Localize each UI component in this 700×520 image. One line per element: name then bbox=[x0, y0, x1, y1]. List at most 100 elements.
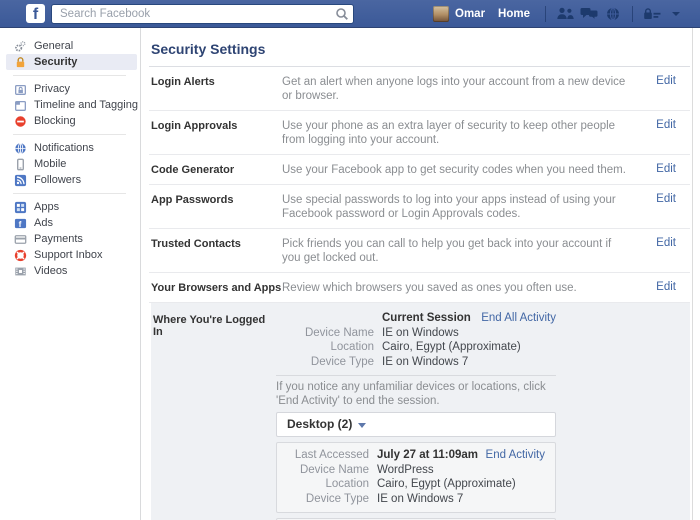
svg-text:f: f bbox=[18, 218, 21, 228]
setting-label: Login Alerts bbox=[151, 75, 282, 88]
sidebar-item-timeline-and-tagging[interactable]: Timeline and Tagging bbox=[6, 97, 137, 113]
sidebar-item-ads[interactable]: f Ads bbox=[6, 215, 137, 231]
sidebar-item-security[interactable]: Security bbox=[6, 54, 137, 70]
sidebar-item-label: General bbox=[34, 40, 73, 52]
top-nav-bar: f Omar Home bbox=[0, 0, 700, 28]
search-bar[interactable] bbox=[51, 4, 354, 24]
setting-label: Login Approvals bbox=[151, 119, 282, 132]
setting-description: Review which browsers you saved as ones … bbox=[282, 281, 648, 295]
nav-right-cluster: Omar Home bbox=[433, 4, 688, 24]
life-ring-icon bbox=[13, 248, 27, 262]
sidebar-item-general[interactable]: General bbox=[6, 38, 137, 54]
field-label: Device Name bbox=[276, 326, 382, 341]
setting-label: Code Generator bbox=[151, 163, 282, 176]
nav-divider bbox=[545, 6, 546, 22]
edit-app-passwords-link[interactable]: Edit bbox=[648, 193, 690, 205]
globe-icon bbox=[13, 141, 27, 155]
privacy-shortcuts-icon[interactable] bbox=[640, 4, 664, 24]
sessions-column: Current Session End All Activity Device … bbox=[276, 311, 556, 520]
sidebar-item-label: Security bbox=[34, 56, 77, 68]
setting-row-login-alerts: Login Alerts Get an alert when anyone lo… bbox=[149, 67, 690, 111]
setting-label: App Passwords bbox=[151, 193, 282, 206]
field-value: IE on Windows 7 bbox=[377, 492, 463, 507]
edit-your-browsers-and-apps-link[interactable]: Edit bbox=[648, 281, 690, 293]
field-value: IE on Windows 7 bbox=[382, 355, 468, 370]
settings-content: Security Settings Login Alerts Get an al… bbox=[141, 28, 700, 520]
gears-icon bbox=[13, 39, 27, 53]
section-label: Where You're Logged In bbox=[151, 311, 276, 520]
sidebar-item-followers[interactable]: Followers bbox=[6, 172, 137, 188]
setting-label: Your Browsers and Apps bbox=[151, 281, 282, 294]
field-value: Cairo, Egypt (Approximate) bbox=[377, 477, 516, 492]
end-all-activity-link[interactable]: End All Activity bbox=[481, 311, 556, 326]
sidebar-item-label: Support Inbox bbox=[34, 249, 103, 261]
phone-icon bbox=[13, 157, 27, 171]
sidebar-item-label: Timeline and Tagging bbox=[34, 99, 138, 111]
page-body: General Security Privacy Timeline and Ta… bbox=[0, 28, 700, 520]
sidebar-item-label: Ads bbox=[34, 217, 53, 229]
sidebar-item-label: Blocking bbox=[34, 115, 76, 127]
setting-description: Get an alert when anyone logs into your … bbox=[282, 75, 648, 103]
sidebar-item-notifications[interactable]: Notifications bbox=[6, 140, 137, 156]
apps-grid-icon bbox=[13, 200, 27, 214]
profile-link[interactable]: Omar bbox=[455, 8, 485, 20]
sidebar-item-label: Followers bbox=[34, 174, 81, 186]
privacy-lock-icon bbox=[13, 82, 27, 96]
messages-icon[interactable] bbox=[577, 4, 601, 24]
sidebar-item-payments[interactable]: Payments bbox=[6, 231, 137, 247]
device-group-desktop[interactable]: Desktop (2) bbox=[276, 412, 556, 437]
setting-row-app-passwords: App Passwords Use special passwords to l… bbox=[149, 185, 690, 229]
sidebar-item-label: Apps bbox=[34, 201, 59, 213]
search-input[interactable] bbox=[51, 4, 354, 24]
notifications-icon[interactable] bbox=[601, 4, 625, 24]
edit-login-approvals-link[interactable]: Edit bbox=[648, 119, 690, 131]
sidebar-item-apps[interactable]: Apps bbox=[6, 199, 137, 215]
sidebar-item-blocking[interactable]: Blocking bbox=[6, 113, 137, 129]
nav-divider bbox=[632, 6, 633, 22]
session-divider bbox=[276, 375, 556, 376]
home-link[interactable]: Home bbox=[498, 8, 530, 20]
sidebar-item-mobile[interactable]: Mobile bbox=[6, 156, 137, 172]
field-label: Device Type bbox=[276, 355, 382, 370]
session-card: Last Accessed July 27 at 11:09am End Act… bbox=[276, 442, 556, 513]
friend-requests-icon[interactable] bbox=[553, 4, 577, 24]
edit-code-generator-link[interactable]: Edit bbox=[648, 163, 690, 175]
field-label: Device Name bbox=[277, 463, 377, 478]
setting-label: Trusted Contacts bbox=[151, 237, 282, 250]
field-value: WordPress bbox=[377, 463, 434, 478]
field-label: Last Accessed bbox=[277, 448, 377, 463]
where-logged-in-section: Where You're Logged In Current Session E… bbox=[151, 303, 690, 520]
edit-trusted-contacts-link[interactable]: Edit bbox=[648, 237, 690, 249]
timeline-frame-icon bbox=[13, 98, 27, 112]
settings-sidebar: General Security Privacy Timeline and Ta… bbox=[0, 28, 141, 520]
account-menu-caret-icon[interactable] bbox=[664, 4, 688, 24]
field-value: IE on Windows bbox=[382, 326, 459, 341]
current-session-title: Current Session bbox=[382, 311, 471, 326]
end-activity-link[interactable]: End Activity bbox=[486, 448, 545, 463]
setting-description: Use special passwords to log into your a… bbox=[282, 193, 648, 221]
setting-description: Use your phone as an extra layer of secu… bbox=[282, 119, 648, 147]
credit-card-icon bbox=[13, 232, 27, 246]
rss-icon bbox=[13, 173, 27, 187]
avatar[interactable] bbox=[433, 6, 449, 22]
field-label: Device Type bbox=[277, 492, 377, 507]
sidebar-item-videos[interactable]: Videos bbox=[6, 263, 137, 279]
sidebar-item-support-inbox[interactable]: Support Inbox bbox=[6, 247, 137, 263]
chevron-down-icon bbox=[358, 423, 366, 428]
sidebar-divider bbox=[13, 75, 126, 76]
ads-icon: f bbox=[13, 216, 27, 230]
edit-login-alerts-link[interactable]: Edit bbox=[648, 75, 690, 87]
search-icon[interactable] bbox=[335, 7, 349, 21]
setting-row-your-browsers-and-apps: Your Browsers and Apps Review which brow… bbox=[149, 273, 690, 303]
sidebar-item-label: Videos bbox=[34, 265, 67, 277]
facebook-logo[interactable]: f bbox=[26, 4, 45, 23]
setting-row-login-approvals: Login Approvals Use your phone as an ext… bbox=[149, 111, 690, 155]
setting-row-code-generator: Code Generator Use your Facebook app to … bbox=[149, 155, 690, 185]
sidebar-item-privacy[interactable]: Privacy bbox=[6, 81, 137, 97]
facebook-security-settings-page: f Omar Home bbox=[0, 0, 700, 520]
current-session-block: Current Session End All Activity Device … bbox=[276, 311, 556, 369]
lock-icon bbox=[13, 55, 27, 69]
field-value: July 27 at 11:09am bbox=[377, 448, 478, 463]
setting-description: Use your Facebook app to get security co… bbox=[282, 163, 648, 177]
device-group-label: Desktop (2) bbox=[287, 417, 352, 431]
